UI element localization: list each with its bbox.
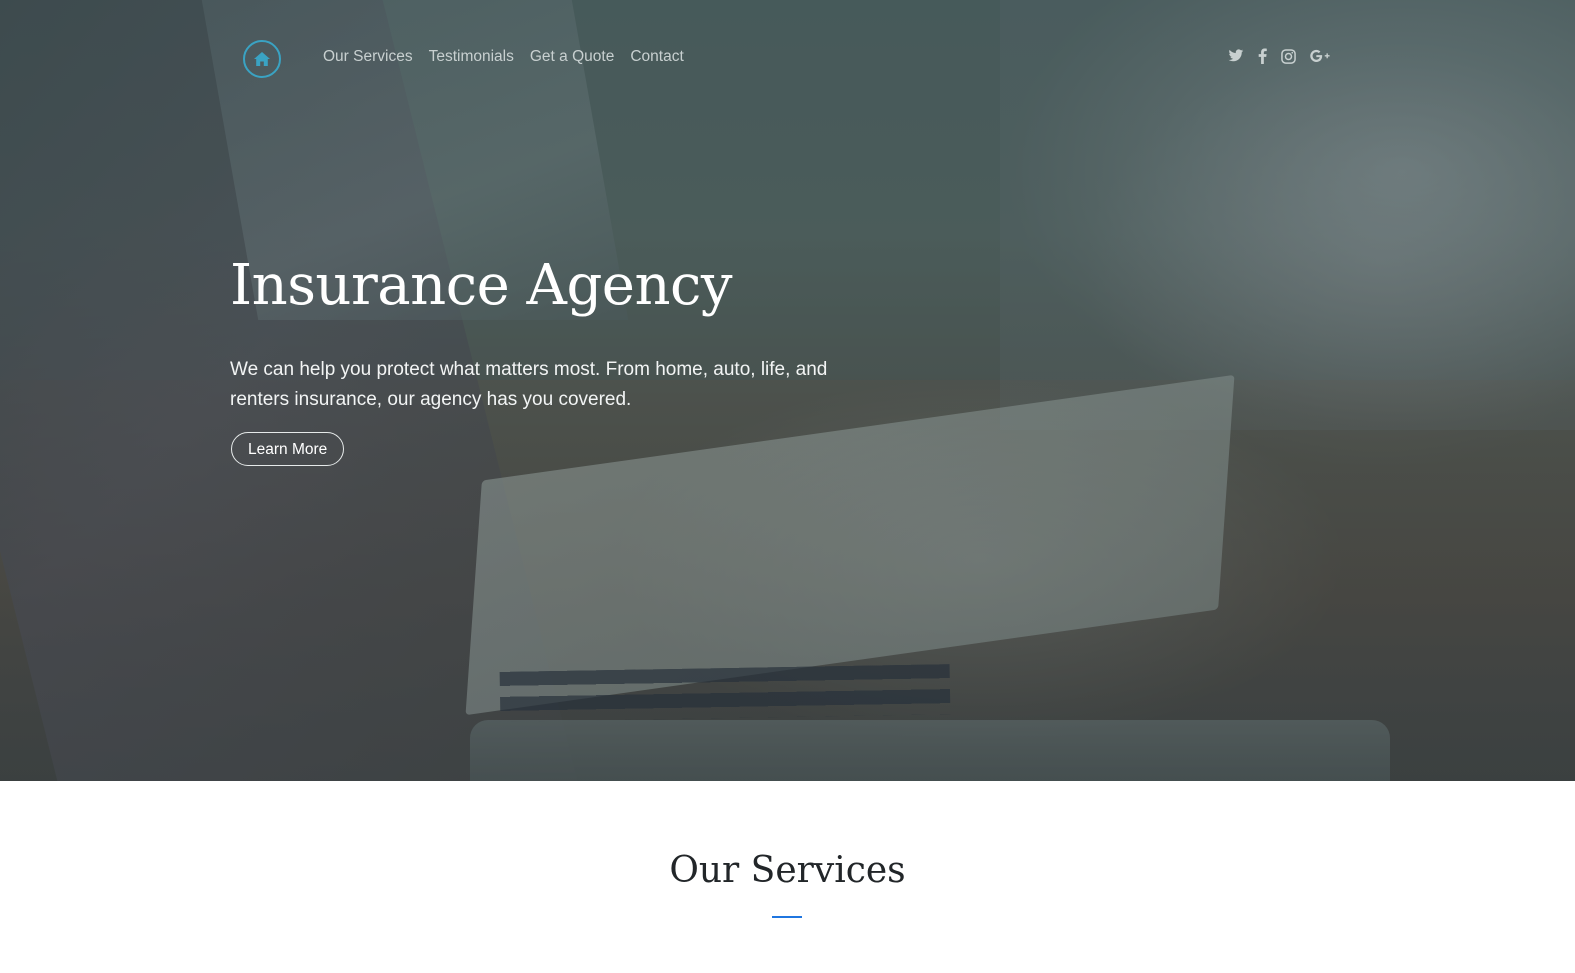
hero-subtitle: We can help you protect what matters mos… bbox=[230, 359, 828, 410]
nav-link-contact[interactable]: Contact bbox=[630, 47, 683, 67]
nav-link-get-a-quote[interactable]: Get a Quote bbox=[530, 47, 614, 67]
hero-section: Our Services Testimonials Get a Quote Co… bbox=[0, 0, 1575, 781]
home-icon bbox=[254, 52, 270, 66]
social-links bbox=[1228, 46, 1330, 66]
facebook-icon[interactable] bbox=[1258, 46, 1267, 66]
twitter-icon[interactable] bbox=[1228, 46, 1244, 66]
services-section-title: Our Services bbox=[669, 850, 906, 891]
section-divider bbox=[772, 916, 802, 918]
google-plus-icon[interactable] bbox=[1310, 46, 1330, 66]
learn-more-button[interactable]: Learn More bbox=[231, 432, 345, 466]
nav-link-our-services[interactable]: Our Services bbox=[323, 47, 413, 67]
instagram-icon[interactable] bbox=[1281, 46, 1296, 66]
home-button[interactable] bbox=[243, 40, 281, 78]
nav-link-testimonials[interactable]: Testimonials bbox=[429, 47, 514, 67]
main-nav: Our Services Testimonials Get a Quote Co… bbox=[323, 47, 684, 67]
hero-title: Insurance Agency bbox=[230, 253, 733, 318]
